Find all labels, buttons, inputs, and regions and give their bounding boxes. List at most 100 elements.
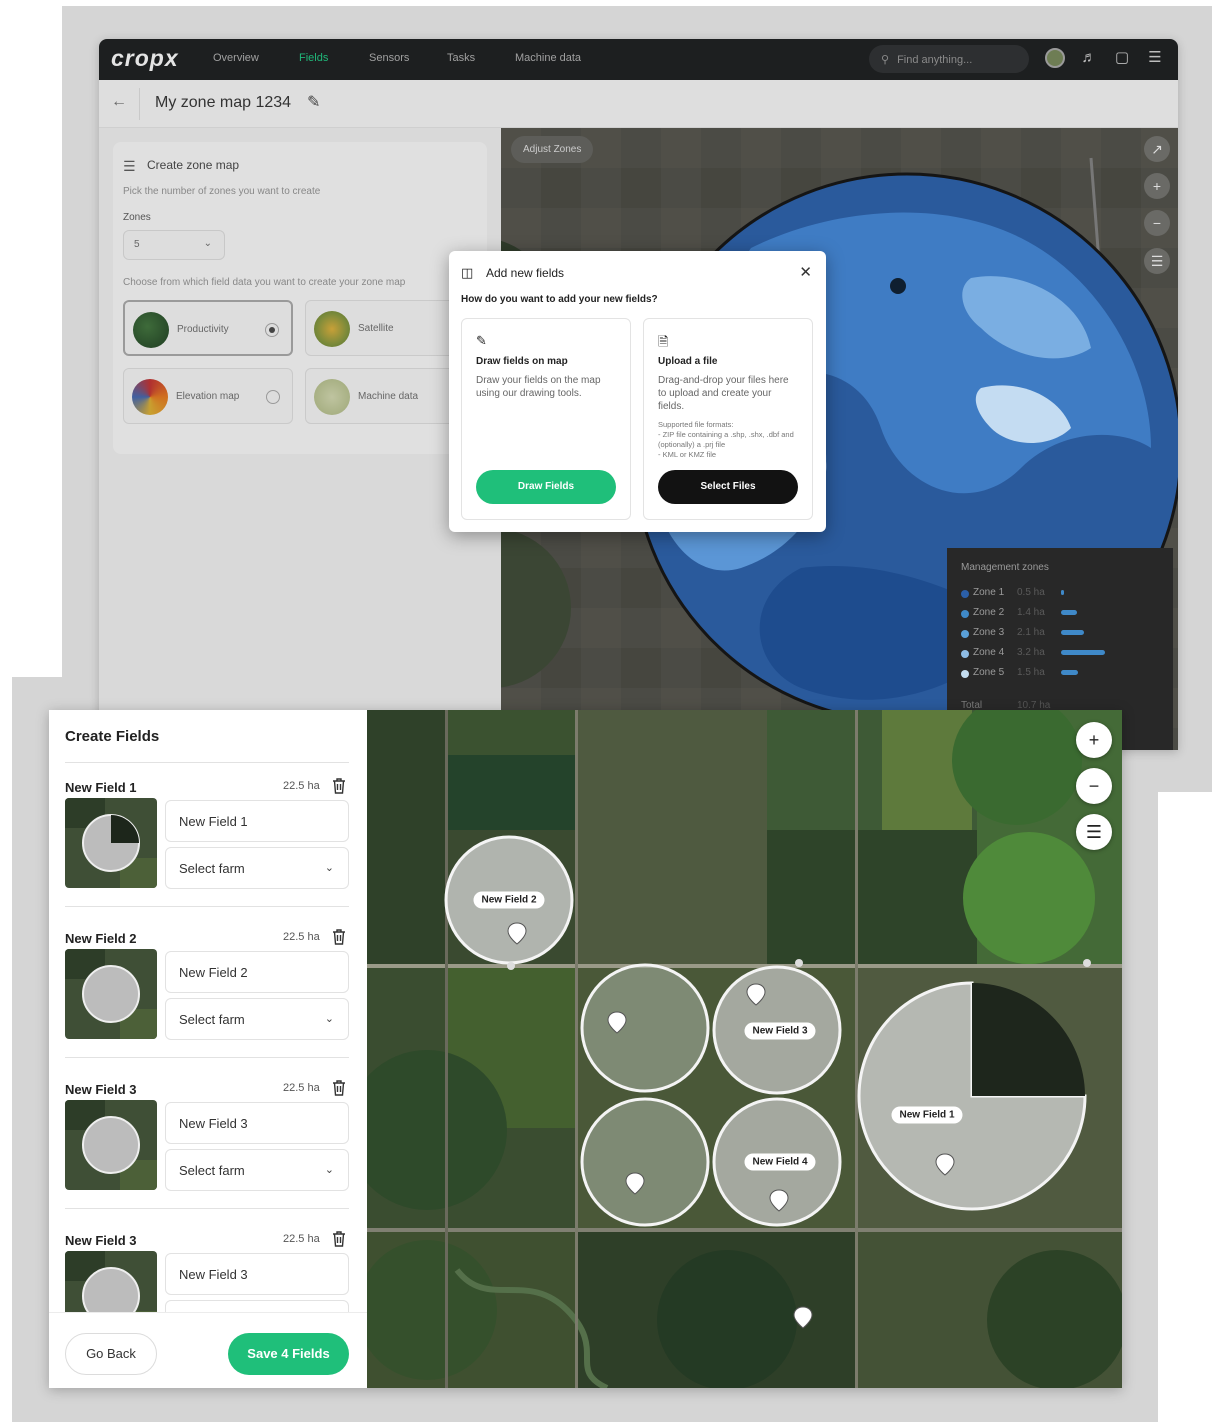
- zones-select[interactable]: 5 ⌄: [123, 230, 225, 260]
- zone-area: 1.4 ha: [1017, 607, 1045, 618]
- field-thumbnail-svg: [65, 798, 157, 888]
- trash-icon[interactable]: [331, 1230, 347, 1248]
- field-name-input[interactable]: New Field 2: [165, 951, 349, 993]
- calendar-icon[interactable]: ▢: [1112, 48, 1132, 68]
- road: [445, 710, 448, 1388]
- layers-icon[interactable]: ☰: [1144, 248, 1170, 274]
- field-4-label: New Field 4: [744, 1153, 816, 1171]
- farm-select-placeholder: Select farm: [179, 861, 245, 876]
- adjust-zones-button[interactable]: Adjust Zones: [511, 136, 594, 163]
- zone-name: Zone 5: [973, 667, 1005, 678]
- field-shape[interactable]: [580, 963, 710, 1093]
- farm-select[interactable]: Select farm ⌄: [165, 847, 349, 889]
- brand-logo: cropx: [111, 45, 179, 71]
- edit-pencil-icon[interactable]: ✎: [307, 92, 320, 112]
- back-arrow-icon[interactable]: ←: [111, 93, 127, 111]
- modal-title: Add new fields: [486, 266, 565, 280]
- field-area: 22.5 ha: [283, 1082, 320, 1094]
- close-icon[interactable]: ✕: [799, 263, 812, 281]
- fields-map-view[interactable]: New Field 2 New Field 3 New Field 4 New …: [367, 710, 1122, 1388]
- draw-fields-option[interactable]: ✎ Draw fields on map Draw your fields on…: [461, 318, 631, 520]
- road: [855, 710, 858, 1388]
- field-thumbnail-svg: [65, 949, 157, 1039]
- management-zones-title: Management zones: [961, 562, 1049, 573]
- road: [575, 710, 578, 1388]
- vertex-handle[interactable]: [507, 962, 515, 970]
- trash-icon[interactable]: [331, 1079, 347, 1097]
- zone-color-dot: [961, 670, 969, 678]
- tab-sensors[interactable]: Sensors: [369, 52, 409, 64]
- option-label: Productivity: [177, 324, 229, 335]
- trash-icon[interactable]: [331, 928, 347, 946]
- go-back-button[interactable]: Go Back: [65, 1333, 157, 1375]
- vertex-handle[interactable]: [795, 959, 803, 967]
- zones-label: Zones: [123, 212, 151, 223]
- vertex-handle[interactable]: [1083, 959, 1091, 967]
- tab-tasks[interactable]: Tasks: [447, 52, 475, 64]
- zone-share-bar: [1061, 650, 1106, 655]
- zone-color-dot: [961, 590, 969, 598]
- tab-fields[interactable]: Fields: [299, 52, 328, 64]
- zoom-out-icon[interactable]: −: [1076, 768, 1112, 804]
- zone-name: Zone 1: [973, 587, 1005, 598]
- zone-name: Zone 3: [973, 627, 1005, 638]
- farm-select[interactable]: Select farm ⌄: [165, 998, 349, 1040]
- option-label: Elevation map: [176, 391, 240, 402]
- field-area: 22.5 ha: [283, 780, 320, 792]
- fields-grid-icon: ◫: [461, 265, 474, 280]
- field-name: New Field 1: [65, 780, 137, 795]
- field-name-input[interactable]: New Field 1: [165, 800, 349, 842]
- supported-formats: Supported file formats: - ZIP file conta…: [658, 420, 794, 459]
- layers-icon[interactable]: ☰: [1076, 814, 1112, 850]
- zone-color-dot: [961, 650, 969, 658]
- file-icon: 🗎: [658, 334, 669, 349]
- zone-area: 0.5 ha: [1017, 587, 1045, 598]
- title-divider: [65, 762, 349, 763]
- field-thumbnail: [65, 1100, 157, 1190]
- zoom-in-icon[interactable]: +: [1144, 173, 1170, 199]
- expand-icon[interactable]: ↗: [1144, 136, 1170, 162]
- machine-data-thumbnail: [314, 379, 350, 415]
- bell-icon[interactable]: ♬: [1079, 48, 1099, 68]
- upload-file-option[interactable]: 🗎 Upload a file Drag-and-drop your files…: [643, 318, 813, 520]
- zone-row: Zone 2 1.4 ha: [961, 607, 1159, 627]
- zoom-in-icon[interactable]: +: [1076, 722, 1112, 758]
- field-name: New Field 3: [65, 1082, 137, 1097]
- option-elevation-map[interactable]: Elevation map: [123, 368, 293, 424]
- field-divider: [65, 906, 349, 907]
- select-files-button[interactable]: Select Files: [658, 470, 798, 504]
- draw-fields-button[interactable]: Draw Fields: [476, 470, 616, 504]
- modal-question: How do you want to add your new fields?: [461, 294, 658, 305]
- tab-machine-data[interactable]: Machine data: [515, 52, 581, 64]
- search-input[interactable]: ⚲ Find anything...: [869, 45, 1029, 73]
- weather-icon[interactable]: [1045, 48, 1065, 68]
- farm-select[interactable]: Select farm ⌄: [165, 1149, 349, 1191]
- create-zone-map-subtitle: Pick the number of zones you want to cre…: [123, 186, 321, 197]
- parcel: [767, 830, 977, 965]
- parcel: [577, 710, 767, 965]
- save-fields-button[interactable]: Save 4 Fields: [228, 1333, 349, 1375]
- sidebar-title: Create Fields: [65, 728, 160, 745]
- option-productivity[interactable]: Productivity: [123, 300, 293, 356]
- field-thumbnail: [65, 949, 157, 1039]
- field-name: New Field 3: [65, 1233, 137, 1248]
- zone-map-panel: ☰ Create zone map Pick the number of zon…: [99, 128, 501, 750]
- zone-area: 3.2 ha: [1017, 647, 1045, 658]
- zone-color-dot: [961, 610, 969, 618]
- draw-option-description: Draw your fields on the map using our dr…: [476, 375, 601, 399]
- radio-button[interactable]: [265, 323, 279, 337]
- field-name-input[interactable]: New Field 3: [165, 1102, 349, 1144]
- irrigated-circle: [963, 832, 1095, 964]
- menu-icon[interactable]: ☰: [1145, 48, 1165, 68]
- zoom-out-icon[interactable]: −: [1144, 210, 1170, 236]
- field-divider: [65, 1208, 349, 1209]
- trash-icon[interactable]: [331, 777, 347, 795]
- create-zone-map-title: Create zone map: [147, 158, 240, 172]
- pencil-icon: ✎: [476, 333, 487, 348]
- zone-name: Zone 4: [973, 647, 1005, 658]
- radio-button[interactable]: [266, 390, 280, 404]
- field-name-input[interactable]: New Field 3: [165, 1253, 349, 1295]
- tab-overview[interactable]: Overview: [213, 52, 259, 64]
- upload-option-description: Drag-and-drop your files here to upload …: [658, 375, 789, 412]
- field-shape[interactable]: [580, 1097, 710, 1227]
